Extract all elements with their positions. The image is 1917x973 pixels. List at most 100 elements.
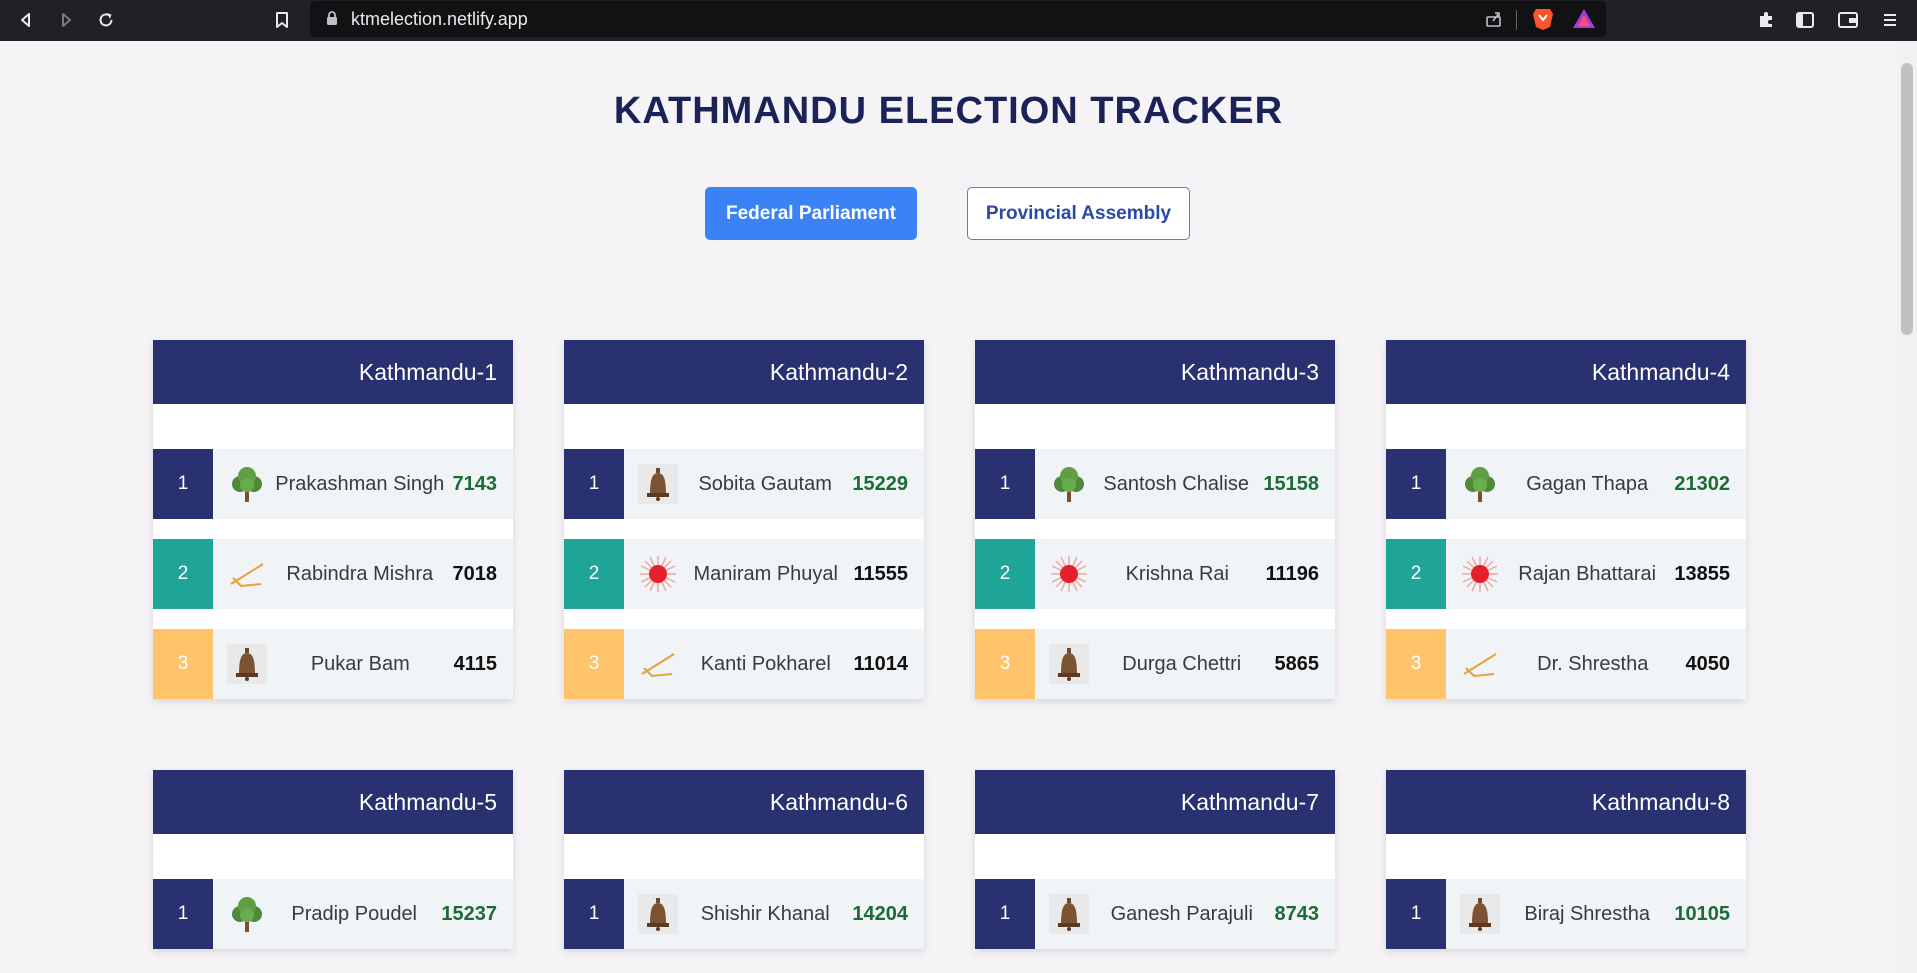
candidate-name: Pukar Bam	[310, 652, 410, 675]
sun-icon	[638, 554, 678, 594]
wallet-icon[interactable]	[1836, 8, 1860, 32]
page-title: KATHMANDU ELECTION TRACKER	[613, 90, 1284, 132]
rank-badge: 3	[564, 629, 624, 699]
candidate-row: 3 Durga Chettri 5865	[975, 629, 1335, 699]
rank-badge: 1	[564, 449, 624, 519]
candidate-row: 3 Dr. Shrestha 4050	[1386, 629, 1746, 699]
vote-count: 7018	[452, 562, 498, 585]
candidate-name: Dr. Shrestha	[1537, 652, 1649, 675]
tree-icon	[1049, 464, 1089, 504]
constituency-name: Kathmandu-8	[1386, 770, 1746, 834]
card-spacer	[1386, 834, 1746, 879]
page-scrollbar[interactable]	[1897, 41, 1917, 973]
card-spacer	[975, 834, 1335, 879]
vote-count: 4050	[1685, 652, 1731, 675]
constituency-name: Kathmandu-1	[153, 340, 513, 404]
candidate-name: Durga Chettri	[1122, 652, 1242, 675]
scrollbar-thumb[interactable]	[1901, 63, 1913, 335]
candidate-row: 3 Pukar Bam 4115	[153, 629, 513, 699]
url-text: ktmelection.netlify.app	[351, 9, 528, 29]
rank-badge: 2	[153, 539, 213, 609]
vote-count: 10105	[1674, 902, 1730, 925]
constituency-card: Kathmandu-5 1 Pradip Poudel 15237	[153, 770, 513, 949]
card-spacer	[153, 834, 513, 879]
vote-count: 5865	[1274, 652, 1320, 675]
candidate-row: 1 Sobita Gautam 15229	[564, 449, 924, 519]
bell-icon	[1049, 644, 1089, 684]
tree-icon	[227, 894, 267, 934]
tab-federal-parliament[interactable]: Federal Parliament	[705, 187, 917, 240]
candidate-name: Biraj Shrestha	[1524, 902, 1650, 925]
constituency-card: Kathmandu-2 1 Sobita Gautam 15229 2 Maniram…	[564, 340, 924, 699]
vote-count: 14204	[852, 902, 908, 925]
candidate-row: 2 Maniram Phuyal 11555	[564, 539, 924, 609]
candidate-row: 1 Ganesh Parajuli 8743	[975, 879, 1335, 949]
divider	[1516, 10, 1517, 30]
bell-icon	[1049, 894, 1089, 934]
vote-count: 15229	[852, 472, 908, 495]
candidate-row: 1 Pradip Poudel 15237	[153, 879, 513, 949]
tree-icon	[1460, 464, 1500, 504]
rank-badge: 2	[564, 539, 624, 609]
card-spacer	[975, 404, 1335, 449]
address-bar[interactable]: ktmelection.netlify.app	[310, 1, 1606, 37]
sun-icon	[1460, 554, 1500, 594]
constituency-name: Kathmandu-5	[153, 770, 513, 834]
rank-badge: 3	[153, 629, 213, 699]
browser-toolbar: ktmelection.netlify.app	[0, 0, 1917, 41]
rank-badge: 1	[1386, 449, 1446, 519]
constituency-name: Kathmandu-4	[1386, 340, 1746, 404]
vote-count: 15237	[441, 902, 497, 925]
extensions-icon[interactable]	[1754, 8, 1778, 32]
rank-badge: 3	[1386, 629, 1446, 699]
candidate-name: Gagan Thapa	[1526, 472, 1649, 495]
vote-count: 7143	[452, 472, 498, 495]
candidate-name: Pradip Poudel	[291, 902, 418, 925]
bell-icon	[227, 644, 267, 684]
vote-count: 15158	[1263, 472, 1319, 495]
vote-count: 4115	[453, 652, 497, 675]
tab-provincial-assembly[interactable]: Provincial Assembly	[967, 187, 1190, 240]
candidate-row: 1 Biraj Shrestha 10105	[1386, 879, 1746, 949]
menu-icon[interactable]	[1878, 8, 1902, 32]
vote-count: 11555	[853, 562, 908, 585]
sun-icon	[1049, 554, 1089, 594]
rank-badge: 2	[1386, 539, 1446, 609]
back-icon[interactable]	[12, 6, 40, 34]
lock-icon	[326, 11, 338, 30]
rank-badge: 1	[153, 449, 213, 519]
constituency-card: Kathmandu-1 1 Prakashman Singh 7143 2 Rabin…	[153, 340, 513, 699]
constituency-card: Kathmandu-7 1 Ganesh Parajuli 8743	[975, 770, 1335, 949]
candidate-name: Santosh Chalise	[1103, 472, 1250, 495]
tree-icon	[227, 464, 267, 504]
bell-icon	[638, 894, 678, 934]
rank-badge: 1	[564, 879, 624, 949]
card-spacer	[564, 834, 924, 879]
forward-icon[interactable]	[52, 6, 80, 34]
vote-count: 11196	[1265, 562, 1319, 585]
vote-count: 21302	[1674, 472, 1730, 495]
sickle-icon	[638, 644, 678, 684]
bookmark-icon[interactable]	[268, 6, 296, 34]
constituency-card: Kathmandu-4 1 Gagan Thapa 21302 2 Rajan Bha…	[1386, 340, 1746, 699]
brave-shields-icon[interactable]	[1532, 7, 1554, 36]
candidate-name: Ganesh Parajuli	[1110, 902, 1253, 925]
candidate-row: 2 Rabindra Mishra 7018	[153, 539, 513, 609]
brave-rewards-icon[interactable]	[1572, 8, 1596, 35]
sidebar-icon[interactable]	[1793, 8, 1817, 32]
candidate-row: 1 Santosh Chalise 15158	[975, 449, 1335, 519]
candidate-row: 1 Shishir Khanal 14204	[564, 879, 924, 949]
candidate-row: 1 Gagan Thapa 21302	[1386, 449, 1746, 519]
vote-count: 13855	[1674, 562, 1730, 585]
reload-icon[interactable]	[92, 6, 120, 34]
constituency-name: Kathmandu-3	[975, 340, 1335, 404]
candidate-name: Prakashman Singh	[275, 472, 445, 495]
candidate-name: Krishna Rai	[1125, 562, 1229, 585]
bell-icon	[638, 464, 678, 504]
constituency-card: Kathmandu-6 1 Shishir Khanal 14204	[564, 770, 924, 949]
candidate-name: Sobita Gautam	[698, 472, 832, 495]
candidate-name: Rabindra Mishra	[286, 562, 434, 585]
candidate-name: Shishir Khanal	[700, 902, 830, 925]
share-icon[interactable]	[1484, 9, 1504, 34]
candidate-name: Kanti Pokharel	[700, 652, 831, 675]
